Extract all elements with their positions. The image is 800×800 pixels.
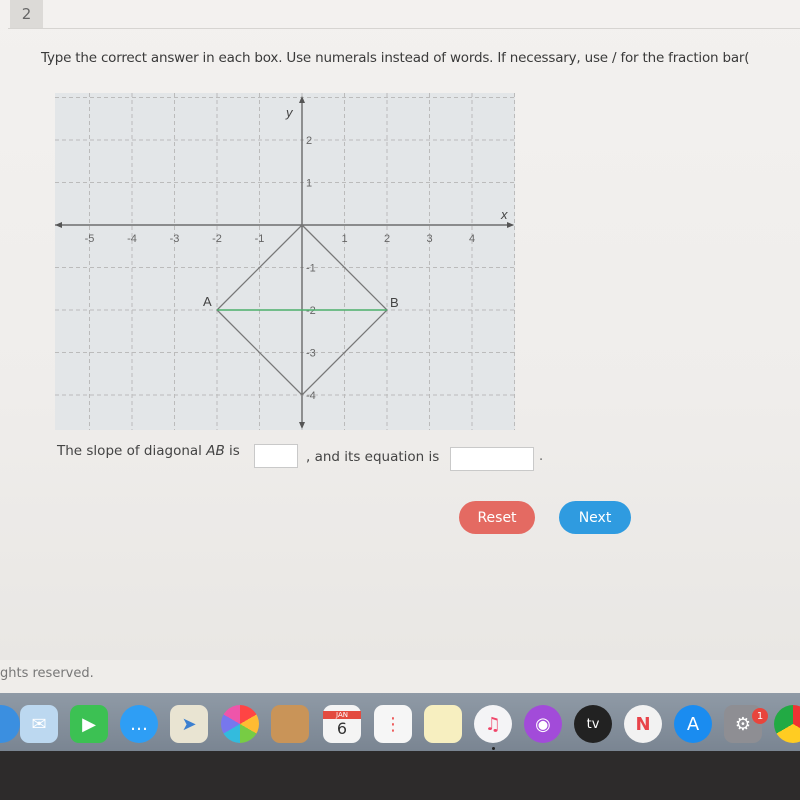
x-tick-label: 2 <box>384 233 390 245</box>
question-part1: The slope of diagonal <box>57 443 207 459</box>
equation-input[interactable] <box>450 447 534 471</box>
y-tick-label: -3 <box>306 348 316 360</box>
x-axis-label: x <box>500 207 508 222</box>
notes-icon[interactable] <box>424 705 462 743</box>
y-tick-label: -1 <box>306 263 316 275</box>
question-text: The slope of diagonal AB is <box>57 443 240 459</box>
x-tick-label: 4 <box>469 233 475 245</box>
reminders-icon[interactable]: ⋮ <box>374 705 412 743</box>
y-tick-label: -4 <box>306 390 316 402</box>
x-tick-label: -5 <box>85 233 95 245</box>
calendar-month: JAN <box>323 710 361 719</box>
tv-label: tv <box>586 716 600 732</box>
messages-icon[interactable]: … <box>120 705 158 743</box>
y-tick-label: 2 <box>306 135 312 147</box>
calendar-day: 6 <box>336 718 348 738</box>
music-icon[interactable]: ♫ <box>474 705 512 743</box>
app-store-icon[interactable]: A <box>674 705 712 743</box>
contacts-icon[interactable] <box>271 705 309 743</box>
point-b-label: B <box>390 295 399 310</box>
y-tick-label: -2 <box>306 305 316 317</box>
x-axis-arrow-right <box>507 222 514 228</box>
calendar-icon[interactable]: JAN 6 <box>323 705 361 743</box>
bezel <box>0 751 800 800</box>
y-tick-label: 1 <box>306 178 312 190</box>
copyright-text: ghts reserved. <box>0 666 94 681</box>
coordinate-graph: -5 -4 -3 -2 -1 1 2 3 4 2 1 -1 -2 -3 -4 x y A B <box>55 93 515 430</box>
question-number: 2 <box>10 0 43 28</box>
running-indicator <box>492 747 495 750</box>
point-a-label: A <box>203 294 212 309</box>
graph-svg: -5 -4 -3 -2 -1 1 2 3 4 2 1 -1 -2 -3 -4 x y A B <box>55 93 515 430</box>
x-tick-label: -3 <box>170 233 180 245</box>
x-tick-label: 3 <box>426 233 432 245</box>
instructions-text: Type the correct answer in each box. Use… <box>41 50 750 66</box>
x-tick-label: -1 <box>255 233 265 245</box>
x-tick-label: -4 <box>127 233 137 245</box>
facetime-icon[interactable]: ▶ <box>70 705 108 743</box>
notification-badge: 1 <box>752 708 768 724</box>
photos-icon[interactable] <box>221 705 259 743</box>
question-part3: , and its equation is <box>306 449 440 465</box>
apple-tv-icon[interactable]: tv <box>574 705 612 743</box>
y-axis-arrow-up <box>299 96 305 103</box>
y-axis-label: y <box>285 105 294 120</box>
y-axis-arrow-down <box>299 422 305 429</box>
maps-icon[interactable]: ➤ <box>170 705 208 743</box>
podcasts-icon[interactable]: ◉ <box>524 705 562 743</box>
reset-button[interactable]: Reset <box>459 501 535 534</box>
question-part2: is <box>224 443 240 459</box>
x-axis-arrow-left <box>55 222 62 228</box>
next-button[interactable]: Next <box>559 501 631 534</box>
segment-label: AB <box>206 443 225 459</box>
news-icon[interactable]: N <box>624 705 662 743</box>
slope-input[interactable] <box>254 444 298 468</box>
x-tick-label: 1 <box>341 233 347 245</box>
mail-icon[interactable]: ✉ <box>20 705 58 743</box>
question-period: . <box>539 449 544 464</box>
x-tick-label: -2 <box>212 233 222 245</box>
divider <box>8 28 800 29</box>
